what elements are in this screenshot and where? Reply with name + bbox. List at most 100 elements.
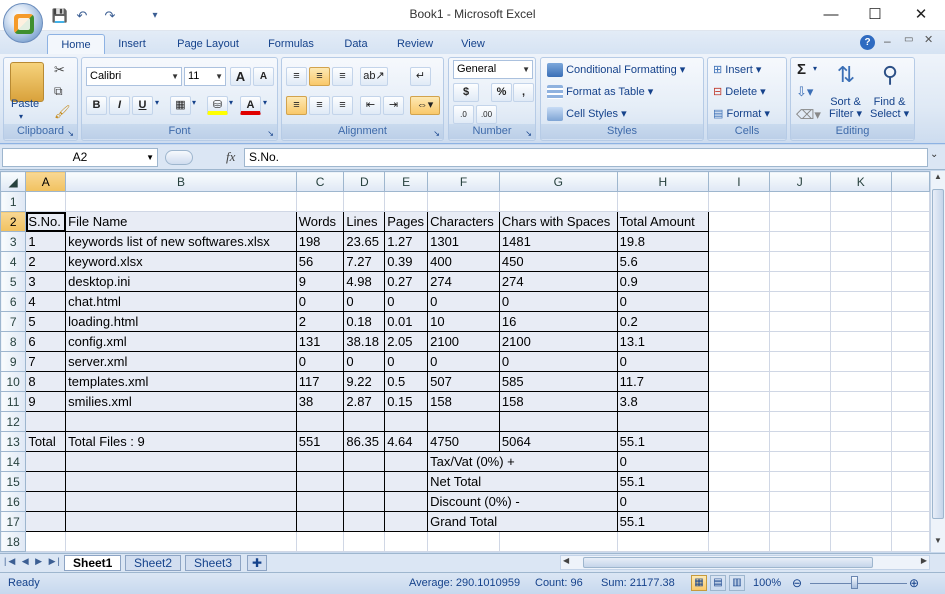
cell[interactable]: 1 xyxy=(25,231,67,252)
row-header[interactable]: 5 xyxy=(0,271,27,292)
cell[interactable]: 551 xyxy=(295,431,345,452)
decrease-indent-icon[interactable]: ⇤ xyxy=(360,96,381,115)
font-color-dropdown-icon[interactable]: ▾ xyxy=(263,98,267,107)
column-header[interactable]: D xyxy=(343,171,386,192)
cell[interactable]: 585 xyxy=(498,371,618,392)
cell[interactable] xyxy=(343,411,386,432)
cell[interactable]: 38.18 xyxy=(343,331,386,352)
cell[interactable] xyxy=(707,211,770,232)
cell[interactable]: 0 xyxy=(384,291,429,312)
cell[interactable] xyxy=(25,491,67,512)
cell[interactable] xyxy=(343,491,386,512)
format-cells-button[interactable]: ▤ Format ▾ xyxy=(713,107,770,120)
cell[interactable] xyxy=(25,451,67,472)
cell[interactable] xyxy=(829,411,892,432)
cell[interactable]: chat.html xyxy=(65,291,297,312)
cell[interactable] xyxy=(25,471,67,492)
cell[interactable]: 1.27 xyxy=(384,231,429,252)
cell[interactable] xyxy=(768,191,831,212)
cell[interactable] xyxy=(890,491,930,512)
cell[interactable] xyxy=(829,191,892,212)
cell[interactable]: 7.27 xyxy=(343,251,386,272)
cell[interactable]: Net Total xyxy=(427,471,618,492)
cell[interactable] xyxy=(498,411,618,432)
cell[interactable] xyxy=(768,411,831,432)
cell[interactable]: Total Amount xyxy=(616,211,709,232)
comma-button[interactable]: , xyxy=(513,83,534,102)
cell[interactable]: 23.65 xyxy=(343,231,386,252)
cell[interactable]: 1481 xyxy=(498,231,618,252)
cell[interactable]: 38 xyxy=(295,391,345,412)
cell[interactable] xyxy=(890,511,930,532)
cell[interactable] xyxy=(65,491,297,512)
cell[interactable] xyxy=(707,231,770,252)
insert-cells-button[interactable]: ⊞ Insert ▾ xyxy=(713,63,761,76)
cell[interactable] xyxy=(829,291,892,312)
cell[interactable] xyxy=(343,511,386,532)
cell[interactable]: 450 xyxy=(498,251,618,272)
dialog-launcher-icon[interactable]: ↘ xyxy=(433,129,440,138)
cell[interactable] xyxy=(768,511,831,532)
cell[interactable] xyxy=(427,191,500,212)
cell[interactable] xyxy=(65,451,297,472)
scroll-down-icon[interactable]: ▼ xyxy=(932,536,944,550)
tab-view[interactable]: View xyxy=(452,34,494,54)
cell[interactable] xyxy=(498,531,618,552)
column-header[interactable]: C xyxy=(295,171,345,192)
cell[interactable]: 3.8 xyxy=(616,391,709,412)
maximize-button[interactable]: ☐ xyxy=(852,0,898,30)
underline-button[interactable]: U xyxy=(132,96,153,115)
cell[interactable]: Total xyxy=(25,431,67,452)
sheet-tab[interactable]: Sheet1 xyxy=(64,555,122,571)
cell[interactable]: 2100 xyxy=(427,331,500,352)
cell[interactable]: 158 xyxy=(427,391,500,412)
cell[interactable]: 0.18 xyxy=(343,311,386,332)
row-header[interactable]: 17 xyxy=(0,511,27,532)
row-header[interactable]: 16 xyxy=(0,491,27,512)
cell[interactable]: Total Files : 9 xyxy=(65,431,297,452)
cell[interactable] xyxy=(768,271,831,292)
ribbon-minimize-icon[interactable]: – xyxy=(884,34,891,48)
dialog-launcher-icon[interactable]: ↘ xyxy=(67,129,74,138)
column-header[interactable]: A xyxy=(25,171,67,192)
column-header[interactable] xyxy=(890,171,930,192)
cell[interactable] xyxy=(707,511,770,532)
cell[interactable]: config.xml xyxy=(65,331,297,352)
cell[interactable] xyxy=(295,411,345,432)
cell[interactable] xyxy=(616,191,709,212)
horizontal-scrollbar[interactable]: ◀ ▶ xyxy=(560,555,930,570)
decrease-decimal-button[interactable]: .00 xyxy=(476,105,497,124)
cell[interactable] xyxy=(768,331,831,352)
cell[interactable]: 0 xyxy=(427,351,500,372)
cell[interactable] xyxy=(65,411,297,432)
cell[interactable] xyxy=(890,451,930,472)
cell[interactable]: 0 xyxy=(616,491,709,512)
page-layout-view-icon[interactable]: ▤ xyxy=(710,575,726,591)
expand-formula-icon[interactable]: ⌄ xyxy=(930,149,938,160)
align-left-icon[interactable]: ≡ xyxy=(286,96,307,115)
column-header[interactable]: G xyxy=(498,171,618,192)
cell[interactable]: 0 xyxy=(498,291,618,312)
cell[interactable]: 16 xyxy=(498,311,618,332)
cell[interactable]: templates.xml xyxy=(65,371,297,392)
cell[interactable]: 2 xyxy=(295,311,345,332)
borders-dropdown-icon[interactable]: ▾ xyxy=(192,98,196,107)
cell[interactable] xyxy=(768,431,831,452)
italic-button[interactable]: I xyxy=(109,96,130,115)
column-header[interactable]: I xyxy=(707,171,770,192)
row-header[interactable]: 1 xyxy=(0,191,27,212)
zoom-in-icon[interactable]: ⊕ xyxy=(909,576,919,590)
column-header[interactable]: J xyxy=(768,171,831,192)
orientation-icon[interactable]: ab↗ xyxy=(360,67,388,86)
cell[interactable] xyxy=(427,411,500,432)
cell[interactable]: 8 xyxy=(25,371,67,392)
cell[interactable]: 0 xyxy=(616,451,709,472)
font-size-select[interactable]: 11 ▼ xyxy=(184,67,226,86)
row-header[interactable]: 14 xyxy=(0,451,27,472)
cell[interactable] xyxy=(768,231,831,252)
cell[interactable] xyxy=(384,411,429,432)
cell[interactable]: 9.22 xyxy=(343,371,386,392)
fill-icon[interactable]: ⇩▾ xyxy=(796,84,813,100)
row-header[interactable]: 11 xyxy=(0,391,27,412)
scroll-up-icon[interactable]: ▲ xyxy=(932,172,944,186)
